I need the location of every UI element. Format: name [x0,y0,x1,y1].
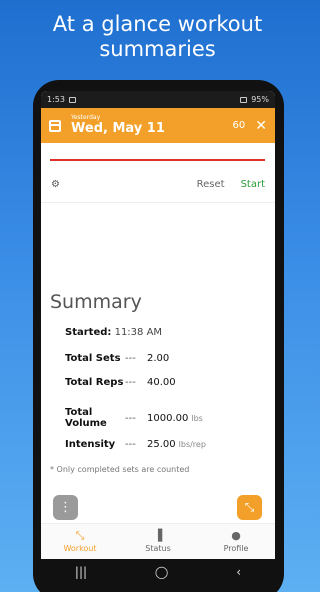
summary-title: Summary [50,291,142,313]
header-count: 60 [232,120,246,131]
more-vert-icon: ⋮ [59,500,72,515]
date-title[interactable]: Wed, May 11 [71,121,233,137]
stat-value: 1000.00 [147,412,189,424]
stat-unit: lbs/rep [178,440,206,449]
battery-level: 95% [251,95,269,104]
notification-icon [68,96,76,103]
stat-label: Total Volume [65,407,107,429]
more-menu-button[interactable]: ⋮ [53,495,78,520]
calendar-icon[interactable] [49,119,61,132]
nav-item-workout[interactable]: ⤡ Workout [41,524,119,559]
bar-chart-icon: ▐ [153,529,163,542]
started-row: Started: 11:38 AM [65,327,162,338]
stat-dash: --- [125,439,136,450]
system-nav-bar: ||| ◯ ‹ [41,559,275,585]
nav-label: Workout [63,544,97,553]
app-screen: 1:53 95% Yesterday Wed, May 11 60 ✕ ⚙ Re… [41,91,275,585]
stat-label: Intensity [65,439,116,450]
recents-icon[interactable]: ||| [75,565,87,579]
nav-item-status[interactable]: ▐ Status [119,524,197,559]
bottom-nav: ⤡ Workout ▐ Status ● Profile [41,523,275,559]
expand-button[interactable]: ⤡ [237,495,262,520]
stat-label: Total Reps [65,377,124,388]
home-icon[interactable]: ◯ [155,565,168,579]
nav-item-profile[interactable]: ● Profile [197,524,275,559]
stat-value: 25.00 [147,439,176,450]
started-value: 11:38 AM [114,327,163,338]
stat-row: Total Sets --- 2.00 [65,353,265,364]
back-icon[interactable]: ‹ [236,565,241,579]
stat-value: 2.00 [147,353,170,364]
expand-icon: ⤡ [75,529,85,542]
stat-value: 40.00 [147,377,176,388]
person-icon: ● [231,529,241,542]
date-subtitle: Yesterday [71,114,101,121]
date-header: Yesterday Wed, May 11 60 ✕ [41,108,275,143]
reset-button[interactable]: Reset [197,179,225,190]
nav-label: Status [145,544,171,553]
stat-unit: lbs [191,413,203,423]
summary-panel: Summary Started: 11:38 AM Total Sets ---… [41,203,275,563]
stat-label: Total Sets [65,353,121,364]
start-button[interactable]: Start [241,179,265,190]
status-time: 1:53 [47,95,65,104]
close-icon[interactable]: ✕ [255,119,267,133]
nav-label: Profile [223,544,249,553]
stat-row: Total Reps --- 40.00 [65,377,265,388]
timer-card: ⚙ Reset Start [41,143,275,203]
started-label: Started: [65,327,112,338]
progress-line [50,159,265,161]
stat-dash: --- [125,377,136,388]
promo-title: At a glance workout summaries [52,12,263,61]
stat-dash: --- [125,412,136,424]
gear-icon[interactable]: ⚙ [51,179,60,190]
expand-icon: ⤡ [244,500,255,514]
wifi-icon [240,96,248,103]
stat-row: Total Volume --- 1000.00 lbs [65,407,265,429]
status-bar: 1:53 95% [41,91,275,108]
stat-row: Intensity --- 25.00 lbs/rep [65,439,265,450]
completed-note: * Only completed sets are counted [50,465,190,474]
stat-dash: --- [125,353,136,364]
